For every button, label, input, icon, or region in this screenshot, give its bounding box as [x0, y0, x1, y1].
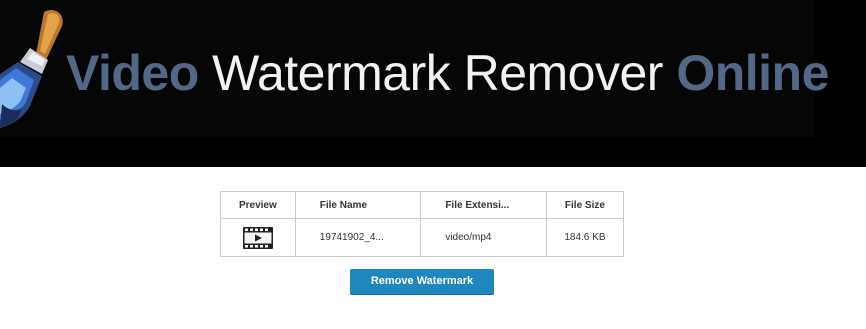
header-banner: Video Watermark Remover Online [0, 0, 866, 167]
cell-file-name: 19741902_4... [294, 218, 422, 257]
title-online: Online [676, 45, 829, 101]
column-header-file-size[interactable]: File Size [545, 191, 625, 219]
remove-watermark-button[interactable]: Remove Watermark [350, 269, 494, 295]
cell-preview[interactable] [220, 218, 296, 257]
title-middle: Watermark Remover [198, 45, 677, 101]
cell-file-extension: video/mp4 [420, 218, 547, 257]
files-table: Preview File Name File Extensi... File S… [220, 191, 625, 257]
column-header-file-name[interactable]: File Name [294, 191, 422, 219]
table-row[interactable]: 19741902_4... video/mp4 184.6 KB [220, 218, 625, 257]
app-title: Video Watermark Remover Online [66, 38, 829, 108]
title-video: Video [66, 45, 199, 101]
column-header-file-extension[interactable]: File Extensi... [420, 191, 547, 219]
video-file-icon[interactable] [242, 226, 273, 249]
column-header-preview[interactable]: Preview [220, 191, 296, 219]
table-header-row: Preview File Name File Extensi... File S… [220, 191, 625, 219]
cell-file-size: 184.6 KB [545, 218, 625, 257]
